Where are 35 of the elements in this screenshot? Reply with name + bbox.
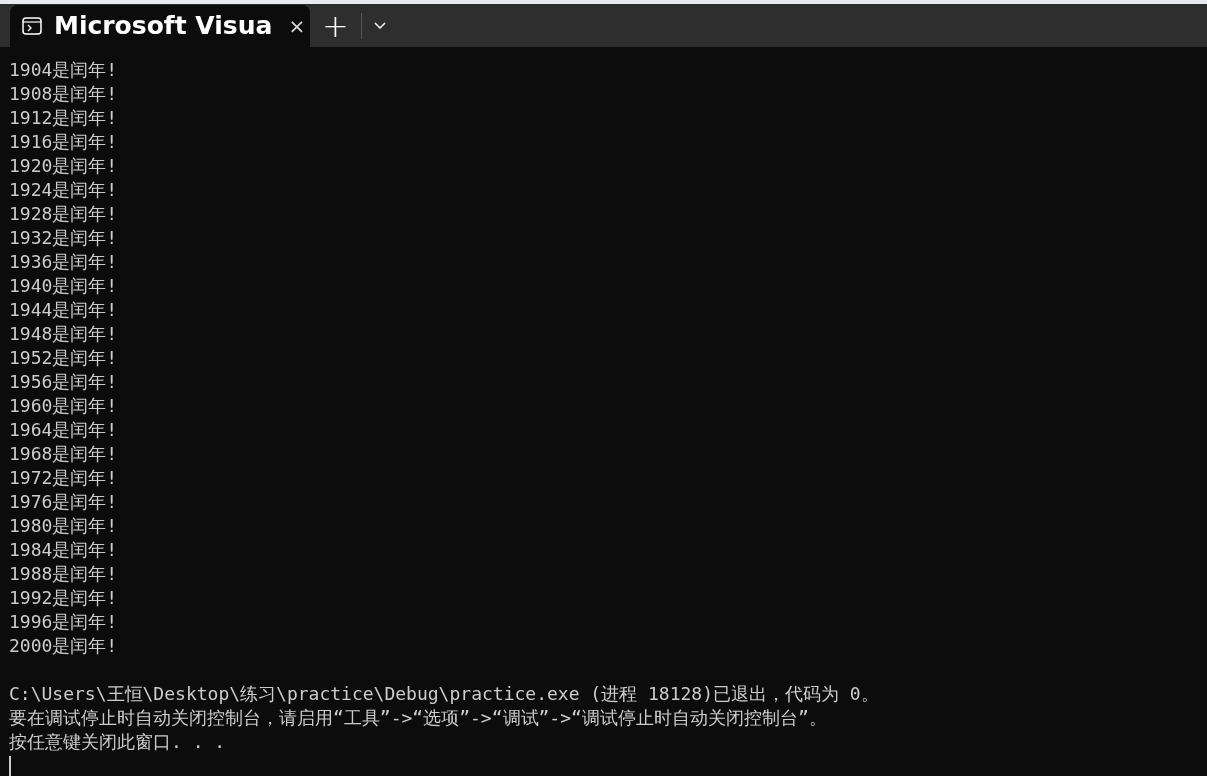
output-line: 1936是闰年! <box>9 250 118 274</box>
output-line: 1984是闰年! <box>9 538 118 562</box>
output-line: C:\Users\王恒\Desktop\练习\practice\Debug\practice.exe (进程 18128)已退出，代码为 0。 <box>9 682 879 706</box>
output-line: 1972是闰年! <box>9 466 118 490</box>
output-line: 1956是闰年! <box>9 370 118 394</box>
output-line: 1988是闰年! <box>9 562 118 586</box>
output-line: 1924是闰年! <box>9 178 118 202</box>
output-line: 1908是闰年! <box>9 82 118 106</box>
cursor <box>9 756 11 776</box>
tab-title: Microsoft Visua <box>54 10 273 43</box>
output-line: 1976是闰年! <box>9 490 118 514</box>
output-line: 1912是闰年! <box>9 106 118 130</box>
output-line: 1992是闰年! <box>9 586 118 610</box>
console-icon <box>22 17 42 35</box>
output-line: 1916是闰年! <box>9 130 118 154</box>
output-line: 1960是闰年! <box>9 394 118 418</box>
output-line: 1920是闰年! <box>9 154 118 178</box>
output-line: 1952是闰年! <box>9 346 118 370</box>
new-tab-button[interactable]: + <box>310 5 361 47</box>
output-line: 1940是闰年! <box>9 274 118 298</box>
output-line: 1968是闰年! <box>9 442 118 466</box>
output-line: 1904是闰年! <box>9 58 118 82</box>
output-line: 1964是闰年! <box>9 418 118 442</box>
output-line: 1980是闰年! <box>9 514 118 538</box>
output-line: 2000是闰年! <box>9 634 118 658</box>
dropdown-icon[interactable] <box>373 22 386 30</box>
output-line: 1944是闰年! <box>9 298 118 322</box>
output-line: 按任意键关闭此窗口. . . <box>9 730 226 754</box>
output-line: 1932是闰年! <box>9 226 118 250</box>
close-button[interactable]: × <box>284 16 310 36</box>
output-line: 1996是闰年! <box>9 610 118 634</box>
tab[interactable]: Microsoft Visua × <box>10 5 310 47</box>
output-line: 要在调试停止时自动关闭控制台，请启用“工具”->“选项”->“调试”->“调试停止时自动关闭控制台”。 <box>9 706 827 730</box>
output-line: 1948是闰年! <box>9 322 118 346</box>
output-line: 1928是闰年! <box>9 202 118 226</box>
